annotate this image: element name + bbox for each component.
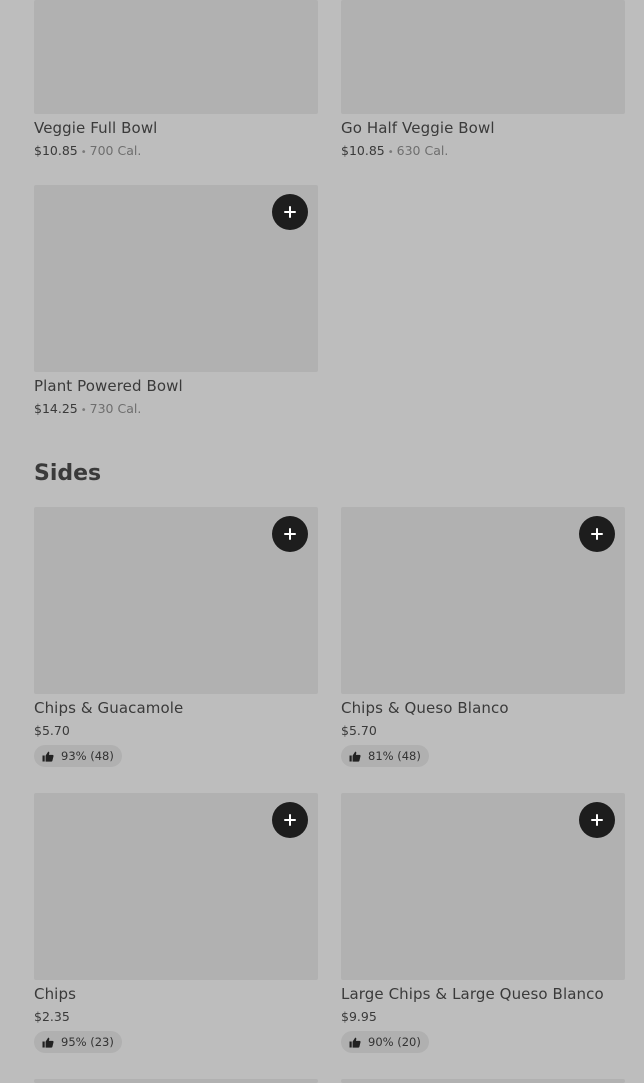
rating-badge: 90% (20) <box>341 1031 429 1053</box>
separator: • <box>387 147 394 158</box>
add-to-cart-button[interactable] <box>579 516 615 552</box>
section-title-sides: Sides <box>34 461 102 486</box>
item-price: $9.95 <box>341 1009 377 1024</box>
item-price-calories: $10.85 • 630 Cal. <box>341 143 448 158</box>
rating-badge: 95% (23) <box>34 1031 122 1053</box>
item-name: Chips & Queso Blanco <box>341 699 509 717</box>
item-name: Go Half Veggie Bowl <box>341 119 495 137</box>
thumbs-up-icon <box>42 751 54 762</box>
rating-text: 95% (23) <box>61 1035 114 1049</box>
separator: • <box>80 405 87 416</box>
item-name: Chips <box>34 985 76 1003</box>
item-image[interactable] <box>341 0 625 114</box>
item-price-calories: $10.85 • 700 Cal. <box>34 143 141 158</box>
rating-text: 90% (20) <box>368 1035 421 1049</box>
add-to-cart-button[interactable] <box>272 516 308 552</box>
rating-text: 81% (48) <box>368 749 421 763</box>
item-price: $5.70 <box>341 723 377 738</box>
item-calories: 730 Cal. <box>89 401 142 416</box>
item-name: Veggie Full Bowl <box>34 119 158 137</box>
item-image[interactable] <box>34 1079 318 1083</box>
add-to-cart-button[interactable] <box>579 802 615 838</box>
item-calories: 700 Cal. <box>89 143 142 158</box>
thumbs-up-icon <box>42 1037 54 1048</box>
item-calories: 630 Cal. <box>396 143 449 158</box>
item-price: $2.35 <box>34 1009 70 1024</box>
thumbs-up-icon <box>349 751 361 762</box>
item-name: Plant Powered Bowl <box>34 377 183 395</box>
thumbs-up-icon <box>349 1037 361 1048</box>
item-price: $5.70 <box>34 723 70 738</box>
plus-icon <box>284 528 296 540</box>
item-name: Large Chips & Large Queso Blanco <box>341 985 604 1003</box>
item-image[interactable] <box>34 0 318 114</box>
add-to-cart-button[interactable] <box>272 802 308 838</box>
item-price: $14.25 <box>34 401 78 416</box>
rating-text: 93% (48) <box>61 749 114 763</box>
plus-icon <box>591 528 603 540</box>
item-image[interactable] <box>341 1079 625 1083</box>
item-price: $10.85 <box>34 143 78 158</box>
item-price: $10.85 <box>341 143 385 158</box>
plus-icon <box>284 206 296 218</box>
add-to-cart-button[interactable] <box>272 194 308 230</box>
menu-page: Veggie Full Bowl $10.85 • 700 Cal. Go Half… <box>0 0 644 1083</box>
plus-icon <box>591 814 603 826</box>
item-name: Chips & Guacamole <box>34 699 184 717</box>
separator: • <box>80 147 87 158</box>
item-price-calories: $14.25 • 730 Cal. <box>34 401 141 416</box>
plus-icon <box>284 814 296 826</box>
rating-badge: 81% (48) <box>341 745 429 767</box>
rating-badge: 93% (48) <box>34 745 122 767</box>
